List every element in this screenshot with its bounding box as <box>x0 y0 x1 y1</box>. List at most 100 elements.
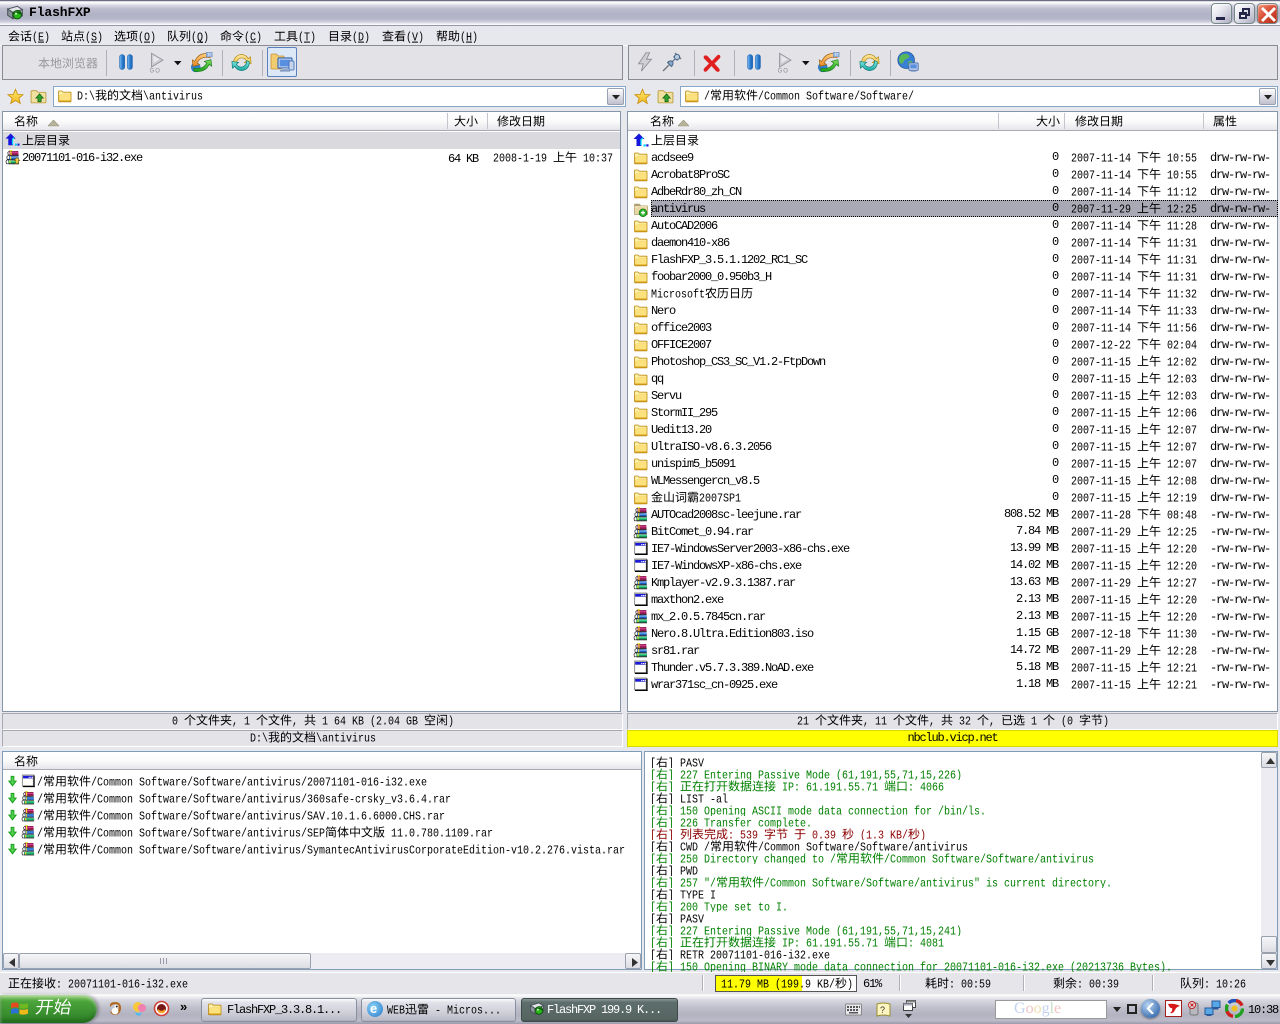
svg-text:] RETR 20071101-016-i32.exe: ] RETR 20071101-016-i32.exe <box>668 949 830 961</box>
svg-text:,: , <box>929 715 941 729</box>
svg-text:2007-11-28: 2007-11-28 <box>1071 509 1137 523</box>
svg-text:(0: (0 <box>1055 715 1079 729</box>
svg-text:[: [ <box>650 817 656 829</box>
svg-text:\antivirus: \antivirus <box>143 90 203 104</box>
svg-text:] PASV: ] PASV <box>668 757 704 769</box>
svg-text:12:27: 12:27 <box>1161 577 1197 591</box>
svg-text:2007-11-15: 2007-11-15 <box>1071 475 1137 489</box>
svg-text:[: [ <box>650 805 656 817</box>
svg-text:02:04: 02:04 <box>1161 339 1197 353</box>
svg-text:[: [ <box>650 937 656 949</box>
svg-text:2007-11-15: 2007-11-15 <box>1071 492 1137 506</box>
svg-text:): ) <box>1103 715 1109 729</box>
svg-text:11:12: 11:12 <box>1161 186 1197 200</box>
svg-text:2007-11-29: 2007-11-29 <box>1071 577 1137 591</box>
svg-text:2007-11-14: 2007-11-14 <box>1071 288 1137 302</box>
svg-text:] 200 Type set to I.: ] 200 Type set to I. <box>668 901 788 913</box>
svg-text:12:21: 12:21 <box>1161 679 1197 693</box>
svg-text:[: [ <box>650 853 656 865</box>
svg-text:] 227 Entering Passive Mode (6: ] 227 Entering Passive Mode (61,191,55,7… <box>668 925 962 937</box>
svg-text:2007-11-15: 2007-11-15 <box>1071 543 1137 557</box>
svg-text:IP: 61.191.55.71: IP: 61.191.55.71 <box>776 937 884 949</box>
svg-text:12:21: 12:21 <box>1161 662 1197 676</box>
svg-text:IP: 61.191.55.71: IP: 61.191.55.71 <box>776 781 884 793</box>
svg-text:[: [ <box>650 889 656 901</box>
svg-text:[: [ <box>650 901 656 913</box>
svg-text:11:31: 11:31 <box>1161 237 1197 251</box>
svg-text:2007-12-18: 2007-12-18 <box>1071 628 1137 642</box>
svg-text:21: 21 <box>797 715 815 729</box>
svg-text:: 20071101-016-i32.exe: : 20071101-016-i32.exe <box>56 978 188 992</box>
svg-text:2008-1-19: 2008-1-19 <box>493 152 553 166</box>
svg-text:2007-11-14: 2007-11-14 <box>1071 271 1137 285</box>
svg-text:12:08: 12:08 <box>1161 475 1197 489</box>
svg-text:[: [ <box>650 793 656 805</box>
svg-text:2007-11-14: 2007-11-14 <box>1071 254 1137 268</box>
svg-text:11:31: 11:31 <box>1161 271 1197 285</box>
svg-text:: 00:59: : 00:59 <box>949 978 991 992</box>
svg-text:[: [ <box>650 757 656 769</box>
svg-text:] 226 Transfer complete.: ] 226 Transfer complete. <box>668 817 812 829</box>
svg-text:10:55: 10:55 <box>1161 169 1197 183</box>
svg-text:11:31: 11:31 <box>1161 254 1197 268</box>
svg-text:11:56: 11:56 <box>1161 322 1197 336</box>
svg-text:2007-11-15: 2007-11-15 <box>1071 594 1137 608</box>
svg-text:] 150 Opening BINARY mode data: ] 150 Opening BINARY mode data connectio… <box>668 961 1172 973</box>
svg-text:11:30: 11:30 <box>1161 628 1197 642</box>
svg-text:2007-11-29: 2007-11-29 <box>1071 526 1137 540</box>
svg-text:[: [ <box>650 829 656 841</box>
svg-text:2007-11-15: 2007-11-15 <box>1071 611 1137 625</box>
svg-text:]: ] <box>668 781 680 793</box>
svg-text:2007-11-15: 2007-11-15 <box>1071 390 1137 404</box>
svg-text:- Micros...: - Micros... <box>429 1004 501 1018</box>
svg-text:1 64 KB (2.04 GB: 1 64 KB (2.04 GB <box>316 715 424 729</box>
svg-text:/: / <box>37 776 43 790</box>
svg-text:/: / <box>37 793 43 807</box>
svg-text:,: , <box>292 715 304 729</box>
svg-text:2007-11-15: 2007-11-15 <box>1071 407 1137 421</box>
svg-text:[: [ <box>650 841 656 853</box>
svg-text:\antivirus: \antivirus <box>316 732 376 746</box>
svg-text:12:07: 12:07 <box>1161 424 1197 438</box>
svg-text:2007-12-22: 2007-12-22 <box>1071 339 1137 353</box>
svg-text:: 00:39: : 00:39 <box>1077 978 1119 992</box>
svg-text:[: [ <box>650 769 656 781</box>
svg-text:/Common Software/Software/anti: /Common Software/Software/antivirus/SEP <box>91 827 325 841</box>
svg-text:12:20: 12:20 <box>1161 560 1197 574</box>
svg-text:12:28: 12:28 <box>1161 645 1197 659</box>
svg-text:,: , <box>989 715 1001 729</box>
svg-text:2007-11-15: 2007-11-15 <box>1071 441 1137 455</box>
svg-text:2007-11-14: 2007-11-14 <box>1071 322 1137 336</box>
svg-text:2007-11-14: 2007-11-14 <box>1071 186 1137 200</box>
svg-text:2007-11-14: 2007-11-14 <box>1071 169 1137 183</box>
svg-text:2007-11-29: 2007-11-29 <box>1071 203 1137 217</box>
svg-text:[: [ <box>650 913 656 925</box>
svg-text:/Common Software/Software/anti: /Common Software/Software/antivirus" is … <box>764 877 1112 889</box>
svg-text:, 1: , 1 <box>232 715 256 729</box>
svg-text:[: [ <box>650 949 656 961</box>
svg-text:Microsoft: Microsoft <box>651 288 705 302</box>
svg-text:2007-11-15: 2007-11-15 <box>1071 373 1137 387</box>
svg-text:, 11: , 11 <box>863 715 893 729</box>
svg-text:12:20: 12:20 <box>1161 543 1197 557</box>
svg-text:2007-11-14: 2007-11-14 <box>1071 305 1137 319</box>
svg-text:11.0.780.1109.rar: 11.0.780.1109.rar <box>385 827 493 841</box>
svg-text:/Common Software/Software/anti: /Common Software/Software/antivirus <box>758 841 968 853</box>
svg-text:11:33: 11:33 <box>1161 305 1197 319</box>
svg-text:1: 1 <box>1025 715 1043 729</box>
svg-text:D:\: D:\ <box>250 732 268 746</box>
svg-text:11.79 MB (199.9 KB/: 11.79 MB (199.9 KB/ <box>721 978 835 992</box>
svg-text:: 4066: : 4066 <box>908 781 944 793</box>
svg-text:12:25: 12:25 <box>1161 526 1197 540</box>
svg-text:D:\: D:\ <box>77 90 95 104</box>
svg-text:): ) <box>448 715 454 729</box>
svg-text:0.39: 0.39 <box>806 829 842 841</box>
svg-text:: 10:26: : 10:26 <box>1204 978 1246 992</box>
svg-text:2007-11-15: 2007-11-15 <box>1071 424 1137 438</box>
svg-text:/Common Software/Software/anti: /Common Software/Software/antivirus/SAV.… <box>91 810 445 824</box>
svg-text:(1.3 KB/: (1.3 KB/ <box>854 829 908 841</box>
svg-text:]: ] <box>668 937 680 949</box>
svg-text:2007-11-15: 2007-11-15 <box>1071 356 1137 370</box>
svg-text:/: / <box>37 810 43 824</box>
svg-text:11:32: 11:32 <box>1161 288 1197 302</box>
